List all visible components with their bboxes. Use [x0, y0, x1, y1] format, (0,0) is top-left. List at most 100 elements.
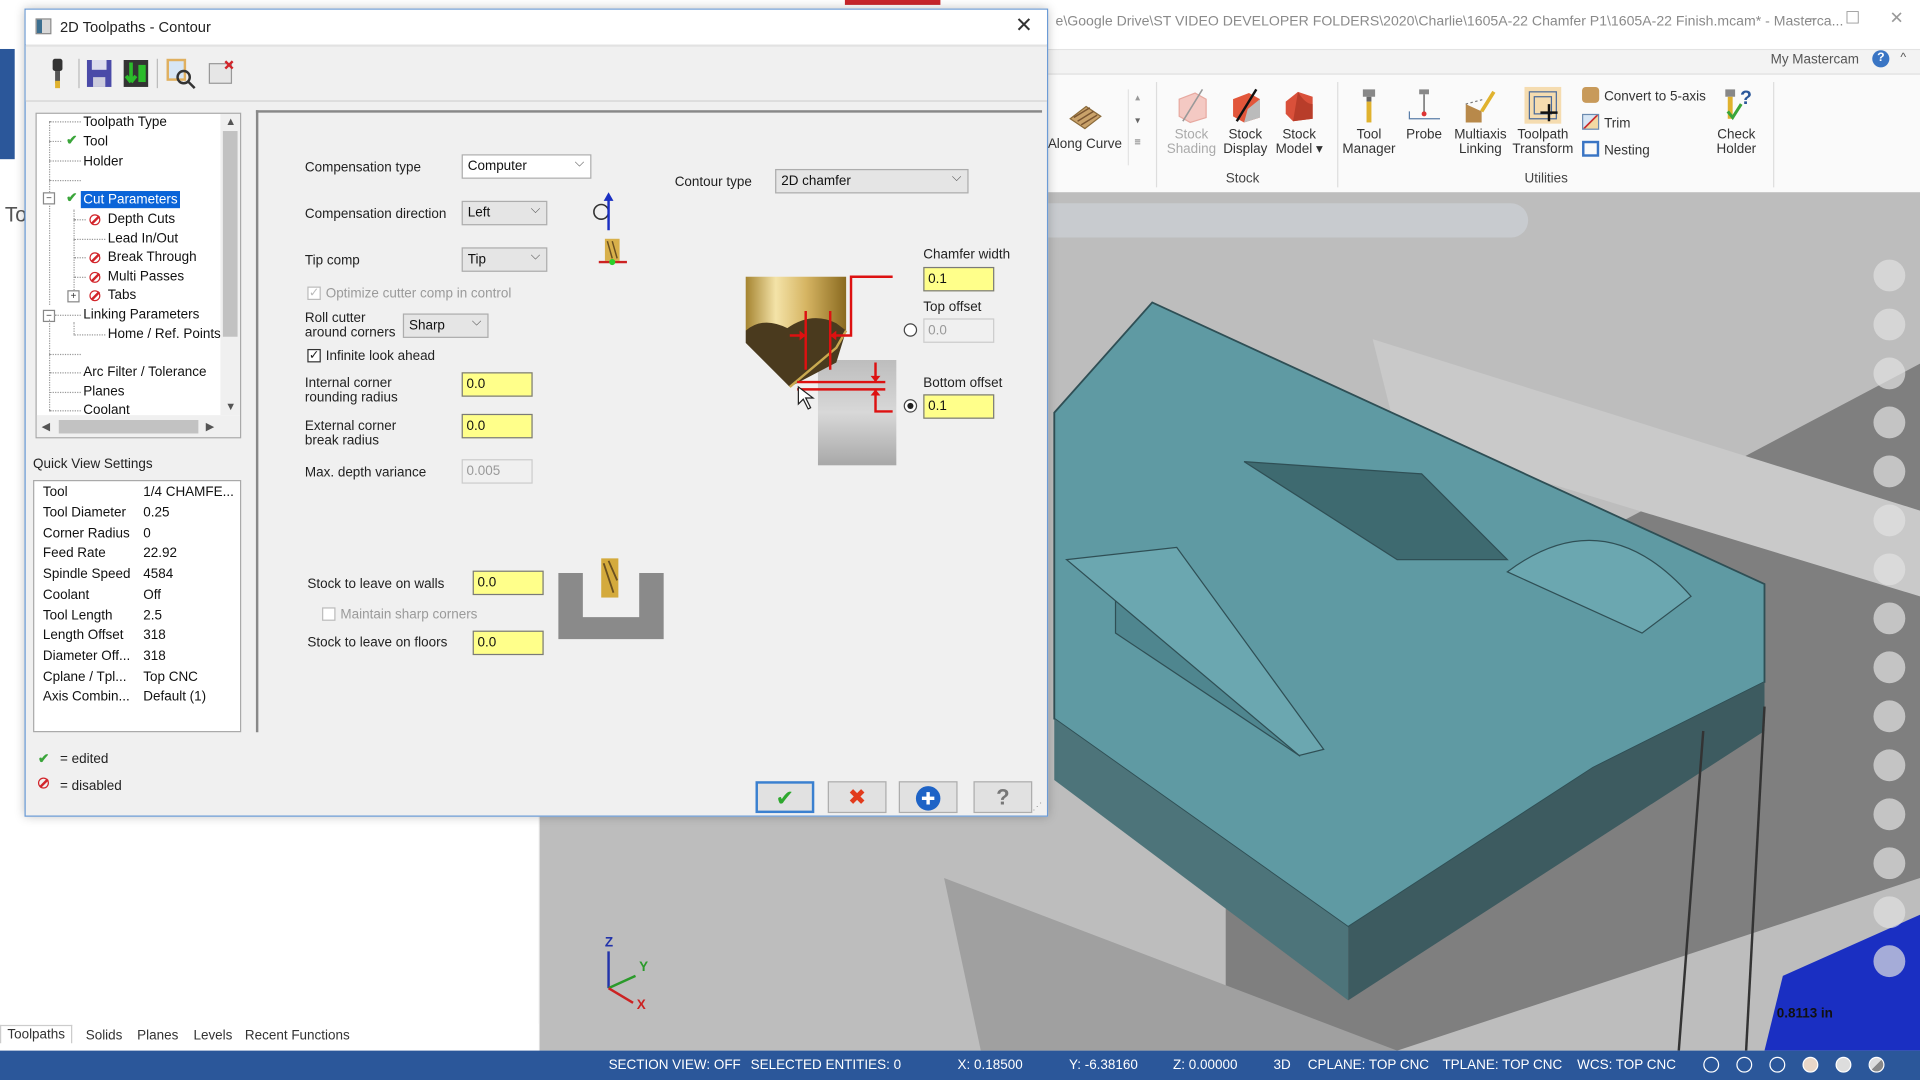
- view-tool-color-icon[interactable]: [1873, 700, 1906, 733]
- compensation-direction-select[interactable]: Left ⌵: [461, 200, 548, 226]
- minimize-button[interactable]: –: [1793, 7, 1830, 27]
- tree-item-tool[interactable]: Tool: [83, 133, 108, 150]
- cplane-status[interactable]: CPLANE: TOP CNC: [1308, 1058, 1429, 1073]
- probe-button[interactable]: Probe: [1400, 87, 1449, 142]
- view-tool-measure-icon[interactable]: [1873, 602, 1906, 635]
- view-tool-levels-icon[interactable]: [1873, 651, 1906, 684]
- tree-item-break-through[interactable]: Break Through: [108, 249, 197, 266]
- view-tool-settings-icon[interactable]: [1873, 896, 1906, 929]
- max-depth-variance-input[interactable]: 0.005: [461, 459, 533, 484]
- save-icon[interactable]: [84, 58, 113, 90]
- selection-toolbar[interactable]: [1028, 203, 1529, 238]
- dialog-close-button[interactable]: ✕: [1015, 13, 1032, 37]
- view-tool-display-icon[interactable]: [1873, 749, 1906, 782]
- my-mastercam-link[interactable]: My Mastercam: [1771, 53, 1859, 68]
- tree-item-home-ref-points[interactable]: Home / Ref. Points: [108, 326, 221, 343]
- check-holder-button[interactable]: ? Check Holder: [1708, 87, 1764, 157]
- tab-solids[interactable]: Solids: [86, 1029, 123, 1044]
- ok-button[interactable]: ✔: [755, 781, 815, 814]
- scroll-left-icon[interactable]: ◀: [42, 420, 50, 433]
- stock-model-button[interactable]: Stock Model ▾: [1272, 87, 1326, 157]
- scroll-up-icon[interactable]: ▲: [225, 115, 236, 127]
- gallery-more-button[interactable]: ≡: [1129, 136, 1146, 148]
- tree-item-linking-parameters[interactable]: Linking Parameters: [83, 306, 199, 323]
- bottom-offset-radio[interactable]: [903, 399, 918, 413]
- stock-shading-button[interactable]: Stock Shading: [1164, 87, 1218, 157]
- convert-5axis-button[interactable]: Convert to 5-axis: [1582, 86, 1706, 104]
- tip-comp-select[interactable]: Tip ⌵: [461, 247, 548, 272]
- view-tool-plane-icon[interactable]: [1873, 798, 1906, 831]
- view-tool-pan-icon[interactable]: [1873, 406, 1906, 439]
- tool-manager-button[interactable]: Tool Manager: [1341, 87, 1397, 157]
- tree-item-lead-in-out[interactable]: Lead In/Out: [108, 230, 178, 247]
- tab-recent-functions[interactable]: Recent Functions: [245, 1029, 350, 1044]
- tree-item-multi-passes[interactable]: Multi Passes: [108, 268, 184, 285]
- external-corner-radius-input[interactable]: 0.0: [461, 413, 533, 439]
- close-app-button[interactable]: ✕: [1878, 7, 1915, 28]
- view-tool-zoom-icon[interactable]: [1873, 259, 1906, 292]
- help-icon[interactable]: ?: [1872, 50, 1890, 68]
- gallery-up-button[interactable]: ▴: [1129, 92, 1146, 103]
- section-view-status[interactable]: SECTION VIEW: OFF: [609, 1058, 741, 1073]
- tree-horizontal-scroll-thumb[interactable]: [58, 420, 199, 434]
- scroll-right-icon[interactable]: ▶: [206, 420, 214, 433]
- tree-item-planes[interactable]: Planes: [83, 383, 124, 400]
- tool-icon[interactable]: [43, 58, 72, 90]
- maintain-sharp-corners-checkbox[interactable]: [322, 607, 336, 621]
- tree-item-arc-filter-tolerance[interactable]: Arc Filter / Tolerance: [83, 364, 206, 381]
- stock-display-button[interactable]: Stock Display: [1218, 87, 1272, 157]
- top-offset-radio[interactable]: [903, 323, 918, 337]
- roll-cutter-select[interactable]: Sharp ⌵: [402, 313, 489, 338]
- clear-icon[interactable]: [207, 58, 236, 90]
- tree-item-depth-cuts[interactable]: Depth Cuts: [108, 211, 175, 228]
- stock-walls-input[interactable]: 0.0: [472, 570, 544, 596]
- multiaxis-linking-button[interactable]: Multiaxis Linking: [1451, 87, 1510, 157]
- expand-tabs-icon[interactable]: +: [67, 290, 80, 303]
- view-tool-iso-icon[interactable]: [1873, 455, 1906, 488]
- view-tool-rotate-icon[interactable]: [1873, 357, 1906, 390]
- view-tool-fit-icon[interactable]: [1873, 308, 1906, 341]
- shaded-edges-view-icon[interactable]: [1835, 1056, 1852, 1073]
- top-offset-input[interactable]: 0.0: [923, 318, 995, 343]
- cancel-button[interactable]: ✖: [827, 781, 887, 814]
- translucency-icon[interactable]: [1868, 1056, 1885, 1073]
- wcs-status[interactable]: WCS: TOP CNC: [1577, 1058, 1676, 1073]
- tab-planes[interactable]: Planes: [137, 1029, 178, 1044]
- shaded-view-icon[interactable]: [1802, 1056, 1819, 1073]
- internal-corner-radius-input[interactable]: 0.0: [461, 372, 533, 397]
- tree-item-tabs[interactable]: Tabs: [108, 287, 136, 304]
- view-tool-top-icon[interactable]: [1873, 504, 1906, 537]
- hidden-line-view-icon[interactable]: [1736, 1056, 1753, 1073]
- tab-levels[interactable]: Levels: [193, 1029, 232, 1044]
- preview-icon[interactable]: [165, 58, 196, 90]
- scroll-down-icon[interactable]: ▼: [225, 400, 236, 412]
- optimize-cutter-comp-checkbox[interactable]: ✓: [307, 286, 321, 301]
- tplane-status[interactable]: TPLANE: TOP CNC: [1442, 1058, 1562, 1073]
- along-curve-button[interactable]: Along Curve: [1047, 97, 1123, 152]
- maximize-button[interactable]: ☐: [1834, 7, 1871, 28]
- help-button[interactable]: ?: [973, 781, 1033, 814]
- toolpath-transform-button[interactable]: Toolpath Transform: [1512, 86, 1573, 157]
- view-tool-cancel-icon[interactable]: [1873, 945, 1906, 978]
- hidden-removed-view-icon[interactable]: [1769, 1056, 1786, 1073]
- bottom-offset-input[interactable]: 0.1: [923, 394, 995, 419]
- tree-vertical-scroll-thumb[interactable]: [222, 131, 238, 337]
- gallery-down-button[interactable]: ▾: [1129, 115, 1146, 126]
- apply-button[interactable]: ✚: [898, 781, 958, 814]
- nesting-button[interactable]: Nesting: [1582, 140, 1650, 158]
- view-tool-layers-icon[interactable]: [1873, 847, 1906, 880]
- tree-item-toolpath-type[interactable]: Toolpath Type: [83, 114, 167, 131]
- resize-grip-icon[interactable]: ⋰: [1032, 801, 1042, 812]
- tree-item-cut-parameters[interactable]: Cut Parameters: [80, 191, 181, 209]
- save-to-defaults-icon[interactable]: [121, 58, 150, 90]
- view-tool-section-icon[interactable]: [1873, 553, 1906, 586]
- tab-toolpaths[interactable]: Toolpaths: [0, 1024, 73, 1044]
- tree-item-holder[interactable]: Holder: [83, 153, 123, 170]
- compensation-type-select[interactable]: Computer ⌵: [461, 154, 592, 179]
- contour-type-select[interactable]: 2D chamfer ⌵: [775, 168, 969, 194]
- chamfer-width-input[interactable]: 0.1: [923, 266, 995, 292]
- collapse-ribbon-icon[interactable]: ^: [1900, 51, 1906, 64]
- infinite-look-ahead-checkbox[interactable]: ✓: [307, 348, 321, 363]
- mode-toggle[interactable]: 3D: [1273, 1058, 1290, 1073]
- stock-floors-input[interactable]: 0.0: [472, 630, 544, 656]
